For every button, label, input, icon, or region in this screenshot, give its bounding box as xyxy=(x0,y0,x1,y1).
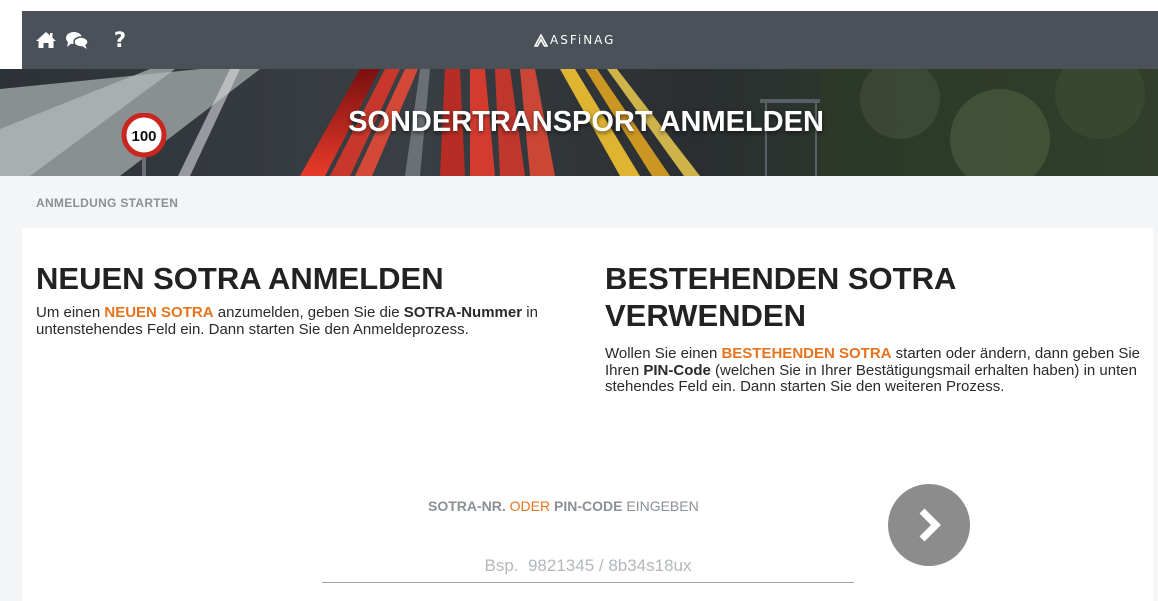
hero-banner: 100 SONDERTRANSPORT ANMELDEN xyxy=(0,69,1158,176)
new-sotra-title: NEUEN SOTRA ANMELDEN xyxy=(36,261,444,296)
prompt-pin-code: PIN-CODE xyxy=(554,498,623,514)
new-sotra-description: Um einen NEUEN SOTRA anzumelden, geben S… xyxy=(36,304,546,338)
existing-sotra-title-line-2: VERWENDEN xyxy=(605,298,806,333)
existing-sotra-text-1: Wollen Sie einen xyxy=(605,345,722,362)
brand-name: ASFiNAG xyxy=(550,33,616,47)
prompt-eingeben: EINGEBEN xyxy=(626,498,699,514)
top-navigation: ? ASFiNAG xyxy=(0,0,1158,69)
new-sotra-bold: SOTRA-Nummer xyxy=(403,304,523,321)
existing-sotra-title-line-1: BESTEHENDEN SOTRA xyxy=(605,261,957,296)
prompt-sotra-nr: SOTRA-NR. xyxy=(428,498,506,514)
breadcrumb: ANMELDUNG STARTEN xyxy=(36,196,179,210)
asfinag-logo-icon xyxy=(534,33,548,47)
existing-sotra-bold: PIN-Code xyxy=(643,361,711,379)
home-icon[interactable] xyxy=(33,28,59,52)
new-sotra-text-2: anzumelden, geben Sie die xyxy=(213,304,404,321)
chevron-right-icon xyxy=(919,508,941,542)
new-sotra-highlight: NEUEN SOTRA xyxy=(104,304,214,321)
help-glyph: ? xyxy=(113,28,127,52)
existing-sotra-highlight: BESTEHENDEN SOTRA xyxy=(721,345,892,362)
help-icon[interactable]: ? xyxy=(107,28,133,52)
chat-icon[interactable] xyxy=(64,28,90,52)
prompt-or: ODER xyxy=(509,498,551,514)
submit-button[interactable] xyxy=(888,484,970,566)
brand-logo: ASFiNAG xyxy=(534,31,615,49)
topbar-inner: ? ASFiNAG xyxy=(22,11,1158,69)
existing-sotra-description: Wollen Sie einen BESTEHENDEN SOTRA start… xyxy=(605,345,1145,396)
page-title: SONDERTRANSPORT ANMELDEN xyxy=(348,106,824,138)
sotra-pin-input[interactable] xyxy=(322,549,854,583)
new-sotra-text-1: Um einen xyxy=(36,304,105,321)
entry-prompt: SOTRA-NR. ODER PIN-CODE EINGEBEN xyxy=(428,498,699,514)
existing-sotra-title: BESTEHENDEN SOTRA VERWENDEN xyxy=(605,260,956,334)
